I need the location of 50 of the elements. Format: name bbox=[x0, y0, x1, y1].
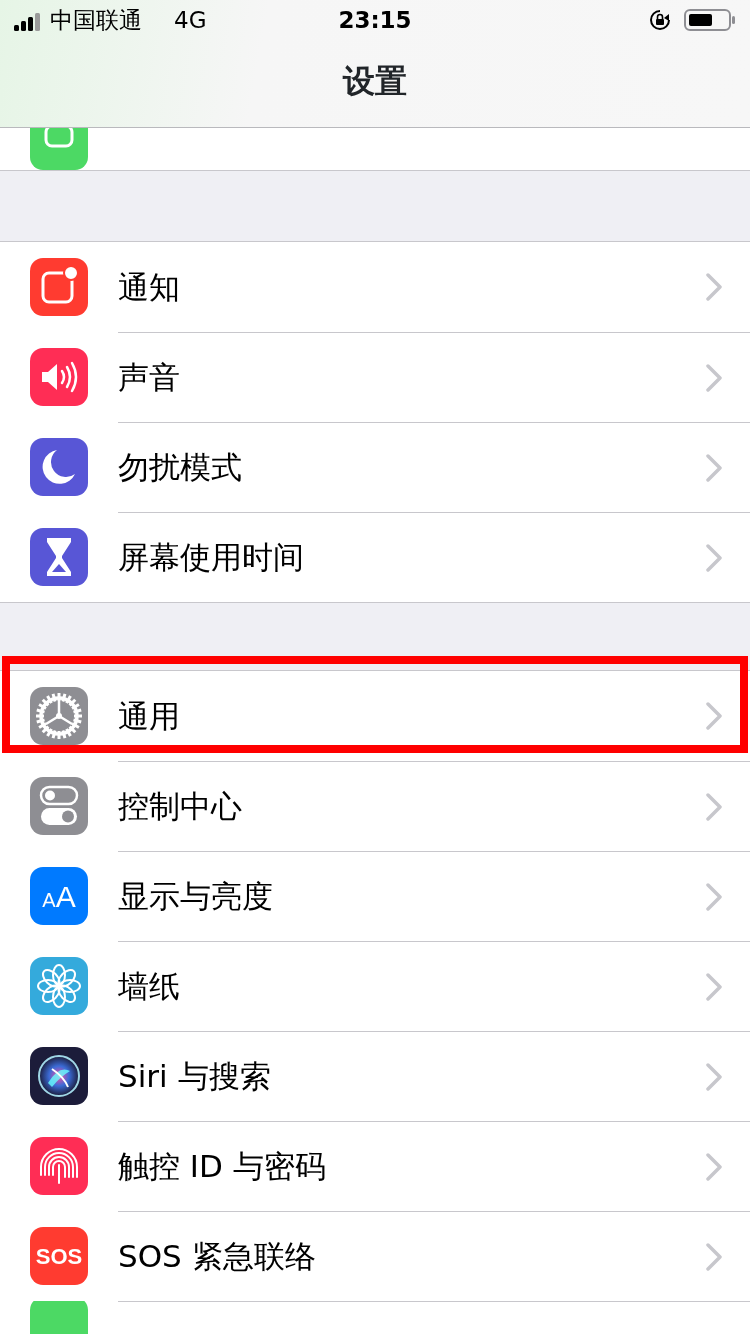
settings-row[interactable]: 触控 ID 与密码 bbox=[0, 1121, 750, 1211]
page-title: 设置 bbox=[343, 61, 407, 102]
chevron-icon bbox=[706, 792, 722, 821]
settings-row[interactable]: 墙纸 bbox=[0, 941, 750, 1031]
settings-row[interactable]: SOS SOS 紧急联络 bbox=[0, 1211, 750, 1301]
row-label: 控制中心 bbox=[118, 787, 242, 827]
chevron-icon bbox=[706, 702, 722, 730]
network-type: 4G bbox=[174, 5, 207, 35]
row-label: Siri 与搜索 bbox=[118, 1057, 271, 1097]
settings-row[interactable]: 勿扰模式 bbox=[0, 422, 750, 512]
row-label: 通用 bbox=[118, 696, 180, 736]
orb-icon bbox=[30, 1047, 88, 1105]
chevron-icon bbox=[706, 1152, 722, 1181]
gear-icon bbox=[30, 687, 88, 745]
rotation-lock-icon bbox=[648, 8, 672, 32]
flower-icon bbox=[30, 957, 88, 1015]
chevron-icon bbox=[706, 1062, 722, 1091]
chevron-icon bbox=[706, 882, 722, 911]
settings-row[interactable]: 通知 bbox=[0, 242, 750, 332]
chevron-icon bbox=[706, 972, 722, 1001]
chevron-icon bbox=[706, 273, 722, 301]
battery-icon bbox=[684, 8, 736, 32]
chevron-icon bbox=[706, 363, 722, 392]
settings-row[interactable]: AA 显示与亮度 bbox=[0, 851, 750, 941]
moon-icon bbox=[30, 438, 88, 496]
row-label: 显示与亮度 bbox=[118, 877, 273, 917]
row-label: 通知 bbox=[118, 267, 180, 307]
settings-row[interactable]: Siri 与搜索 bbox=[0, 1031, 750, 1121]
text-size-icon: AA bbox=[30, 867, 88, 925]
clock-time: 23:15 bbox=[338, 5, 412, 35]
row-label: 勿扰模式 bbox=[118, 448, 242, 488]
row-label: 触控 ID 与密码 bbox=[118, 1147, 326, 1187]
sos-icon: SOS bbox=[30, 1227, 88, 1285]
toggle-icon bbox=[30, 777, 88, 835]
chevron-icon bbox=[706, 543, 722, 572]
hourglass-icon bbox=[30, 528, 88, 586]
carrier-name: 中国联通 bbox=[50, 5, 142, 35]
settings-row[interactable]: 控制中心 bbox=[0, 761, 750, 851]
fingerprint-icon bbox=[30, 1137, 88, 1195]
settings-row[interactable]: 屏幕使用时间 bbox=[0, 512, 750, 602]
notification-icon bbox=[30, 258, 88, 316]
row-label: 墙纸 bbox=[118, 967, 180, 1007]
chevron-icon bbox=[706, 1242, 722, 1271]
row-label: 屏幕使用时间 bbox=[118, 538, 304, 578]
row-label: SOS 紧急联络 bbox=[118, 1237, 316, 1277]
settings-row[interactable]: 声音 bbox=[0, 332, 750, 422]
speaker-icon bbox=[30, 348, 88, 406]
chevron-icon bbox=[706, 453, 722, 482]
settings-row[interactable]: 通用 bbox=[0, 671, 750, 761]
row-label: 声音 bbox=[118, 358, 180, 398]
